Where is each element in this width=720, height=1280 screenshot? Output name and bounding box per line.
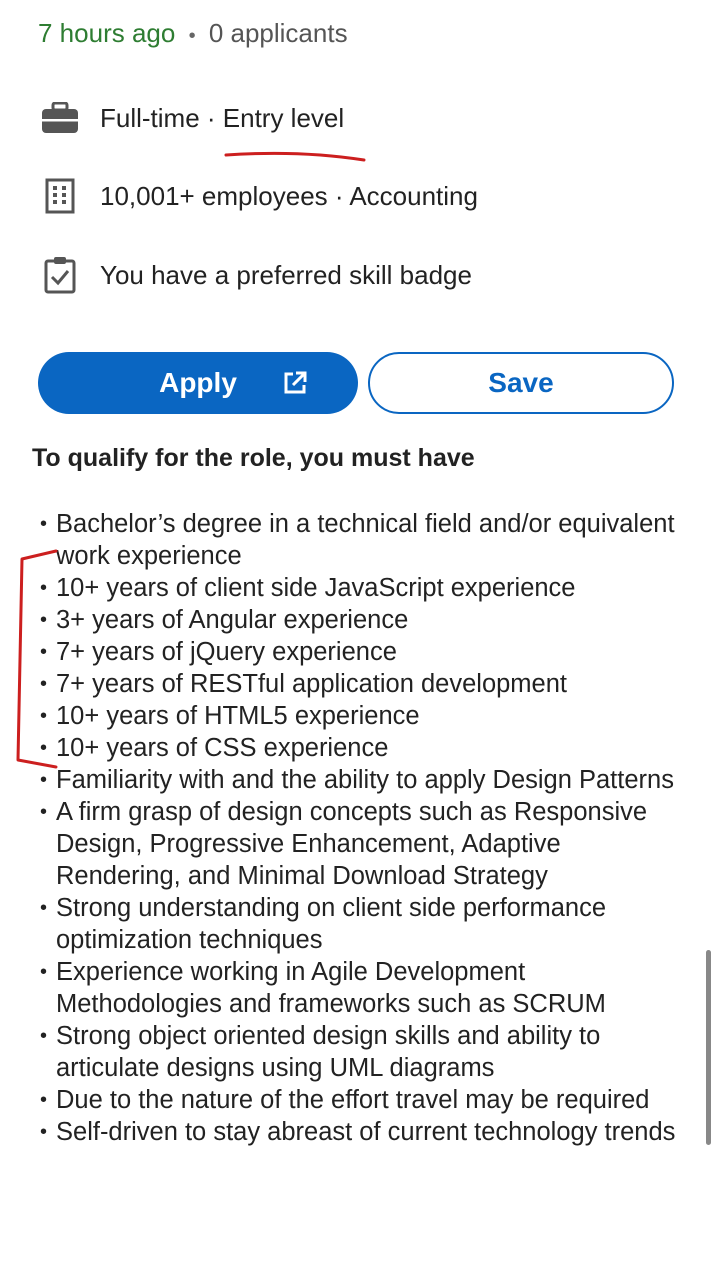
list-item: 10+ years of HTML5 experience	[40, 700, 680, 732]
skill-badge-text: You have a preferred skill badge	[100, 259, 472, 290]
scrollbar[interactable]	[706, 950, 711, 1145]
external-link-icon	[282, 370, 308, 396]
list-item: 10+ years of CSS experience	[40, 732, 680, 764]
list-item: Due to the nature of the effort travel m…	[40, 1084, 680, 1116]
apply-label: Apply	[159, 367, 237, 398]
list-item: Experience working in Agile Development …	[40, 956, 680, 1020]
list-item: Familiarity with and the ability to appl…	[40, 764, 680, 796]
list-item: 7+ years of jQuery experience	[40, 636, 680, 668]
job-meta: 7 hours ago • 0 applicants	[38, 18, 348, 49]
list-item: 7+ years of RESTful application developm…	[40, 668, 680, 700]
underline-annotation	[224, 151, 366, 162]
qualify-heading: To qualify for the role, you must have	[32, 444, 475, 472]
posted-time: 7 hours ago	[38, 18, 176, 48]
list-item: Bachelor’s degree in a technical field a…	[40, 508, 680, 572]
building-icon	[40, 176, 80, 216]
applicant-count: 0 applicants	[208, 18, 348, 48]
skill-badge-row: You have a preferred skill badge	[40, 253, 472, 297]
job-type-row: Full-time · Entry level	[40, 96, 344, 140]
company-size-row: 10,001+ employees · Accounting	[40, 174, 478, 218]
job-type-text: Full-time · Entry level	[100, 102, 345, 133]
meta-separator: •	[188, 25, 196, 47]
list-item: 10+ years of client side JavaScript expe…	[40, 572, 680, 604]
save-button[interactable]: Save	[368, 352, 674, 414]
company-size-text: 10,001+ employees · Accounting	[100, 180, 478, 211]
save-label: Save	[488, 367, 554, 398]
apply-button[interactable]: Apply	[38, 352, 358, 414]
list-item: A firm grasp of design concepts such as …	[40, 796, 680, 892]
clipboard-check-icon	[40, 255, 80, 295]
list-item: 3+ years of Angular experience	[40, 604, 680, 636]
requirements-list: Bachelor’s degree in a technical field a…	[40, 508, 680, 1148]
list-item: Strong understanding on client side perf…	[40, 892, 680, 956]
list-item: Strong object oriented design skills and…	[40, 1020, 680, 1084]
list-item: Self-driven to stay abreast of current t…	[40, 1116, 680, 1148]
briefcase-icon	[40, 98, 80, 138]
